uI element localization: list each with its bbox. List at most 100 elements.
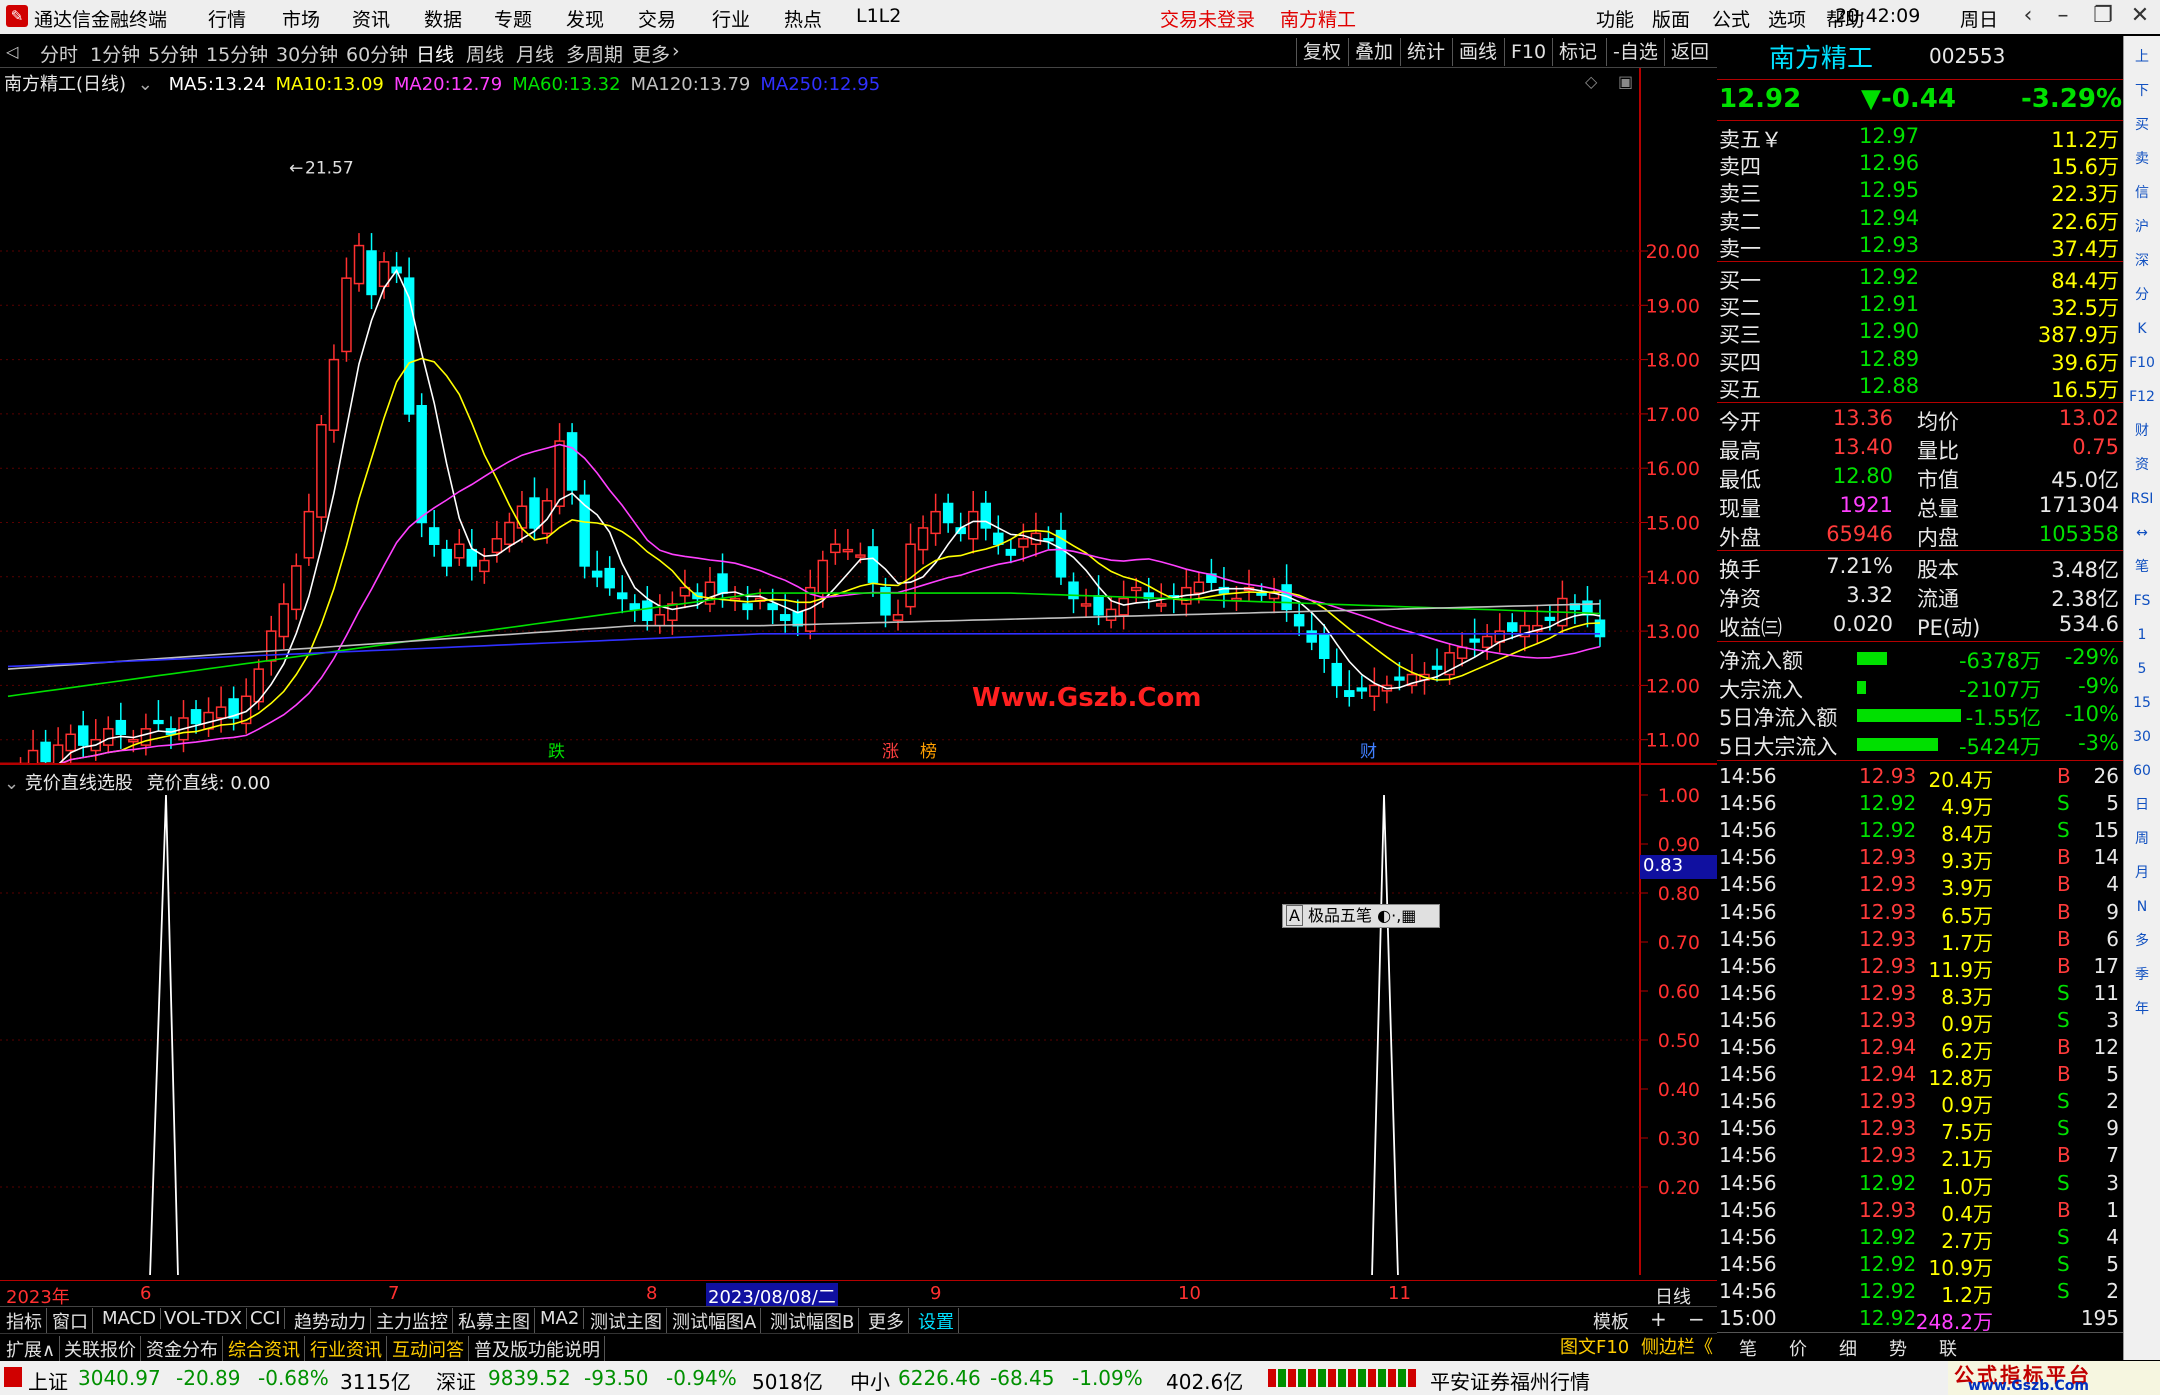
tuwen-f10-link[interactable]: 图文F10 — [1560, 1337, 1629, 1358]
menu-item[interactable]: 热点 — [784, 5, 822, 32]
menu-item[interactable]: 公式 — [1712, 5, 1750, 32]
side-tool-icon[interactable]: 资 — [2128, 452, 2156, 478]
bids-row[interactable]: 买四 12.89 39.6万 — [1717, 347, 2123, 375]
side-tool-icon[interactable]: ↔ — [2128, 520, 2156, 546]
event-marker[interactable]: 跌 — [548, 737, 565, 762]
period-tab[interactable]: 多周期 — [566, 40, 623, 67]
sz-label[interactable]: 深证 — [436, 1366, 476, 1395]
close-icon[interactable]: ✕ — [2125, 3, 2155, 31]
indicator-tab[interactable]: 主力监控 — [372, 1308, 453, 1334]
indicator-pane[interactable]: ⌄ 竞价直线选股 竞价直线: 0.00 1.00 0.90 0.80 0.70 0.60… — [0, 765, 1717, 1275]
indicator-tab[interactable]: 窗口 — [48, 1308, 93, 1334]
indicator-tab[interactable]: VOL-TDX — [160, 1308, 247, 1329]
info-tab[interactable]: 互动问答 — [388, 1336, 469, 1362]
menu-item[interactable]: 功能 — [1596, 5, 1634, 32]
side-tool-icon[interactable]: K — [2128, 316, 2156, 342]
ime-moon-icon[interactable]: ◐ — [1377, 906, 1391, 925]
period-tab[interactable]: 日线 — [416, 40, 454, 67]
asks-row[interactable]: 卖三 12.95 22.3万 — [1717, 178, 2123, 206]
ime-a-icon[interactable]: A — [1286, 905, 1303, 926]
menu-item[interactable]: 资讯 — [352, 5, 390, 32]
side-tool-icon[interactable]: 年 — [2128, 996, 2156, 1022]
toolbar-button[interactable]: F10 — [1504, 38, 1552, 66]
period-tab[interactable]: 1分钟 — [90, 40, 140, 67]
period-tab[interactable]: 15分钟 — [206, 40, 268, 67]
side-tool-icon[interactable]: 财 — [2128, 418, 2156, 444]
quote-tab[interactable]: 势 — [1889, 1335, 1907, 1361]
back-icon[interactable]: ‹ — [2013, 3, 2043, 31]
side-tool-icon[interactable]: 月 — [2128, 860, 2156, 886]
menu-item[interactable]: 交易 — [638, 5, 676, 32]
side-tool-icon[interactable]: 30 — [2128, 724, 2156, 750]
kline-chart[interactable]: 20.00 19.00 18.00 17.00 16.00 15.00 14.00 13.00… — [0, 68, 1717, 763]
info-tab[interactable]: 关联报价 — [60, 1336, 141, 1362]
side-tool-icon[interactable]: 买 — [2128, 112, 2156, 138]
side-tool-icon[interactable]: F10 — [2128, 350, 2156, 376]
menu-item[interactable]: 发现 — [566, 5, 604, 32]
side-tool-icon[interactable]: 信 — [2128, 180, 2156, 206]
menu-item[interactable]: 行情 — [208, 5, 246, 32]
quote-tab[interactable]: 价 — [1789, 1335, 1807, 1361]
side-tool-icon[interactable]: FS — [2128, 588, 2156, 614]
ime-dot-icon[interactable]: ·, — [1391, 906, 1401, 925]
period-tab[interactable]: 周线 — [466, 40, 504, 67]
indicator-chart[interactable]: 1.00 0.90 0.80 0.70 0.60 0.50 0.40 0.30 0.20 — [0, 765, 1717, 1275]
indicator-tab[interactable]: 指标 — [2, 1308, 47, 1334]
bids-row[interactable]: 买二 12.91 32.5万 — [1717, 292, 2123, 320]
toolbar-button[interactable]: 标记 — [1552, 38, 1603, 66]
template-button[interactable]: 模板 — [1593, 1308, 1629, 1334]
side-tool-icon[interactable]: 笔 — [2128, 554, 2156, 580]
indicator-tab[interactable]: MA2 — [536, 1308, 585, 1329]
asks-row[interactable]: 卖四 12.96 15.6万 — [1717, 151, 2123, 179]
info-tab[interactable]: 综合资讯 — [224, 1336, 305, 1362]
side-tool-icon[interactable]: 60 — [2128, 758, 2156, 784]
quote-tab[interactable]: 细 — [1839, 1335, 1857, 1361]
more-arrow-icon[interactable]: › — [672, 40, 680, 62]
indicator-tab[interactable]: CCI — [246, 1308, 286, 1329]
period-tab[interactable]: 5分钟 — [148, 40, 198, 67]
indicator-tab[interactable]: MACD — [98, 1308, 161, 1329]
side-tool-icon[interactable]: 沪 — [2128, 214, 2156, 240]
indicator-tab[interactable]: 私募主图 — [454, 1308, 535, 1334]
period-tab[interactable]: 60分钟 — [346, 40, 408, 67]
zx-label[interactable]: 中小 — [850, 1366, 890, 1395]
ime-bar[interactable]: A 极品五笔 ◐·,▦ — [1282, 904, 1440, 928]
asks-row[interactable]: 卖五￥ 12.97 11.2万 — [1717, 124, 2123, 152]
event-marker[interactable]: 榜 — [920, 737, 937, 762]
indicator-tab[interactable]: 测试主图 — [586, 1308, 667, 1334]
restore-icon[interactable]: ❐ — [2088, 3, 2118, 31]
period-tab[interactable]: 更多 — [632, 40, 670, 67]
side-tool-icon[interactable]: N — [2128, 894, 2156, 920]
period-tab[interactable]: 30分钟 — [276, 40, 338, 67]
side-tool-icon[interactable]: 日 — [2128, 792, 2156, 818]
menu-item[interactable]: L1L2 — [856, 5, 901, 27]
menu-item[interactable]: 版面 — [1652, 5, 1690, 32]
toolbar-button[interactable]: 叠加 — [1348, 38, 1399, 66]
indicator-tab[interactable]: 设置 — [914, 1308, 959, 1334]
period-tab[interactable]: 分时 — [40, 40, 78, 67]
side-tool-icon[interactable]: 下 — [2128, 78, 2156, 104]
sh-label[interactable]: 上证 — [28, 1366, 68, 1395]
event-marker[interactable]: 涨 — [882, 737, 899, 762]
side-tool-icon[interactable]: 分 — [2128, 282, 2156, 308]
info-tab[interactable]: 普及版功能说明 — [470, 1336, 605, 1362]
side-tool-icon[interactable]: 1 — [2128, 622, 2156, 648]
ime-keyboard-icon[interactable]: ▦ — [1401, 906, 1416, 925]
bids-row[interactable]: 买三 12.90 387.9万 — [1717, 319, 2123, 347]
side-tool-icon[interactable]: 上 — [2128, 44, 2156, 70]
minimize-icon[interactable]: – — [2048, 3, 2078, 31]
menu-item[interactable]: 选项 — [1768, 5, 1806, 32]
info-tab[interactable]: 扩展∧ — [2, 1336, 61, 1362]
menu-item[interactable]: 市场 — [282, 5, 320, 32]
side-tool-icon[interactable]: 卖 — [2128, 146, 2156, 172]
side-tool-icon[interactable]: F12 — [2128, 384, 2156, 410]
side-tool-icon[interactable]: 多 — [2128, 928, 2156, 954]
sidebar-link[interactable]: 侧边栏《 — [1641, 1337, 1713, 1358]
menu-item[interactable]: 专题 — [494, 5, 532, 32]
menu-item[interactable]: 行业 — [712, 5, 750, 32]
side-tool-icon[interactable]: 深 — [2128, 248, 2156, 274]
indicator-tab[interactable]: 测试幅图B — [766, 1308, 860, 1334]
bids-row[interactable]: 买五 12.88 16.5万 — [1717, 374, 2123, 402]
toolbar-button[interactable]: 统计 — [1400, 38, 1451, 66]
side-tool-icon[interactable]: 季 — [2128, 962, 2156, 988]
